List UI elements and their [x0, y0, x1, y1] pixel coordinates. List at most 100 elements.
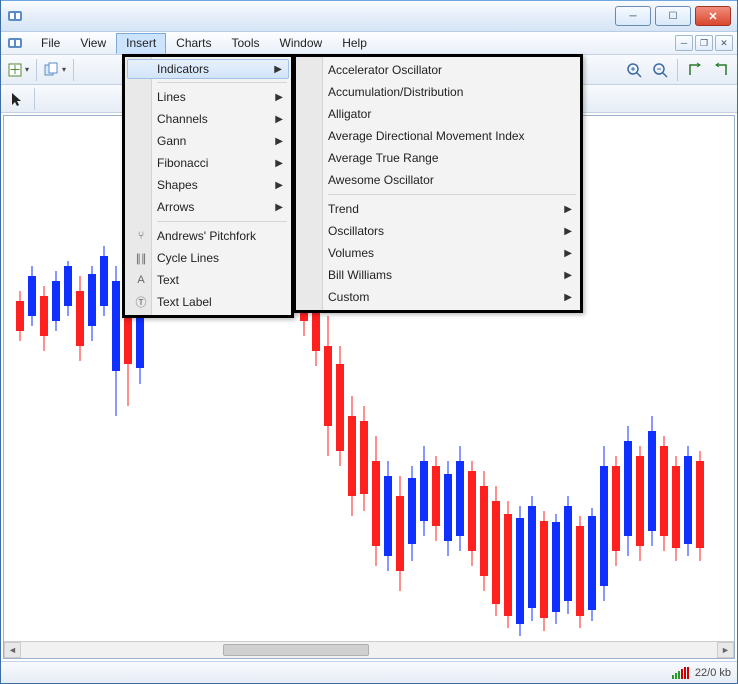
candle	[612, 456, 620, 566]
indicators-submenu: Accelerator Oscillator Accumulation/Distr…	[293, 54, 583, 313]
candle	[112, 266, 120, 416]
app-icon	[7, 8, 23, 24]
menubar: File View Insert Charts Tools Window Hel…	[1, 32, 737, 55]
text-icon: A	[133, 272, 149, 288]
insert-menu-item[interactable]: Lines▶	[127, 86, 289, 108]
maximize-button[interactable]: ☐	[655, 6, 691, 26]
menu-item-label: Indicators	[157, 62, 209, 76]
new-chart-button[interactable]: ＋ ▾	[5, 58, 31, 82]
insert-menu-item[interactable]: Arrows▶	[127, 196, 289, 218]
submenu-arrow-icon: ▶	[274, 64, 282, 75]
candle	[16, 291, 24, 341]
menu-separator	[157, 221, 287, 222]
indicators-menu-item[interactable]: Average Directional Movement Index	[298, 125, 578, 147]
scroll-right-arrow-icon[interactable]: ►	[717, 642, 734, 658]
zoom-out-icon	[652, 62, 668, 78]
cursor-tool-button[interactable]	[5, 87, 29, 111]
indicators-menu-item[interactable]: Alligator	[298, 103, 578, 125]
indicators-menu-item[interactable]: Volumes▶	[298, 242, 578, 264]
indicators-menu-item[interactable]: Accelerator Oscillator	[298, 59, 578, 81]
candle	[660, 436, 668, 551]
menu-item-label: Average Directional Movement Index	[328, 129, 525, 143]
toolbar-separator	[34, 88, 35, 110]
mdi-restore-button[interactable]: ❐	[695, 35, 713, 51]
indicators-menu-item[interactable]: Average True Range	[298, 147, 578, 169]
scrollbar-thumb[interactable]	[223, 644, 369, 656]
menu-charts[interactable]: Charts	[166, 33, 221, 53]
candle	[528, 496, 536, 621]
indicators-menu-item[interactable]: Trend▶	[298, 198, 578, 220]
insert-menu-item[interactable]: ⓉText Label	[127, 291, 289, 313]
candle	[384, 461, 392, 571]
menu-item-label: Channels	[157, 112, 208, 126]
insert-menu-item[interactable]: Fibonacci ▶	[127, 152, 289, 174]
insert-menu-item[interactable]: ∥∥Cycle Lines	[127, 247, 289, 269]
insert-menu-item[interactable]: Gann▶	[127, 130, 289, 152]
mdi-controls: ─ ❐ ✕	[675, 35, 737, 51]
candle	[468, 461, 476, 566]
indicators-menu-item[interactable]: Custom▶	[298, 286, 578, 308]
candle	[348, 396, 356, 516]
menu-item-label: Fibonacci	[157, 156, 208, 170]
auto-scroll-button[interactable]	[683, 58, 707, 82]
cycle-icon: ∥∥	[133, 250, 149, 266]
indicators-menu-item[interactable]: Accumulation/Distribution	[298, 81, 578, 103]
candle	[444, 461, 452, 556]
toolbar-separator	[677, 59, 678, 81]
toolbar-separator	[73, 59, 74, 81]
candle	[408, 466, 416, 561]
zoom-in-button[interactable]	[622, 58, 646, 82]
menu-item-label: Andrews' Pitchfork	[157, 229, 256, 243]
candle	[516, 506, 524, 636]
profiles-button[interactable]: ▾	[42, 58, 68, 82]
statusbar: 22/0 kb	[1, 661, 737, 683]
submenu-arrow-icon: ▶	[275, 180, 283, 191]
new-chart-icon: ＋	[7, 62, 23, 78]
insert-menu-item[interactable]: Shapes ▶	[127, 174, 289, 196]
candle	[564, 496, 572, 614]
svg-text:＋: ＋	[9, 63, 21, 77]
submenu-arrow-icon: ▶	[275, 92, 283, 103]
insert-menu-item[interactable]: Channels▶	[127, 108, 289, 130]
candle	[396, 476, 404, 591]
menu-window[interactable]: Window	[270, 33, 333, 53]
menu-view[interactable]: View	[70, 33, 116, 53]
scroll-left-arrow-icon[interactable]: ◄	[4, 642, 21, 658]
toolbar-separator	[36, 59, 37, 81]
insert-menu-item[interactable]: ⑂Andrews' Pitchfork	[127, 225, 289, 247]
candle	[540, 511, 548, 631]
indicators-menu-item[interactable]: Bill Williams▶	[298, 264, 578, 286]
menu-help[interactable]: Help	[332, 33, 377, 53]
candle	[52, 271, 60, 331]
menu-item-label: Accumulation/Distribution	[328, 85, 463, 99]
insert-menu-item[interactable]: Indicators ▶	[127, 59, 289, 79]
window-controls: ─ ☐ ✕	[611, 6, 731, 26]
chart-scrollbar-x[interactable]: ◄ ►	[4, 641, 734, 658]
candle	[360, 406, 368, 511]
menu-file[interactable]: File	[31, 33, 70, 53]
chart-shift-button[interactable]	[709, 58, 733, 82]
candle	[588, 508, 596, 621]
submenu-arrow-icon: ▶	[275, 158, 283, 169]
submenu-arrow-icon: ▶	[275, 202, 283, 213]
app-small-icon	[7, 35, 23, 51]
candle	[492, 486, 500, 616]
insert-menu-item[interactable]: AText	[127, 269, 289, 291]
insert-dropdown: Indicators▶Lines▶Channels▶Gann▶Fibonacci…	[122, 54, 294, 318]
menu-insert[interactable]: Insert	[116, 33, 166, 54]
zoom-in-icon	[626, 62, 642, 78]
candle	[684, 446, 692, 556]
indicators-menu-item[interactable]: Awesome Oscillator	[298, 169, 578, 191]
indicators-menu-item[interactable]: Oscillators▶	[298, 220, 578, 242]
minimize-button[interactable]: ─	[615, 6, 651, 26]
chart-shift-icon	[713, 62, 729, 78]
submenu-arrow-icon: ▶	[564, 204, 572, 215]
menu-item-label: Shapes	[157, 178, 198, 192]
mdi-close-button[interactable]: ✕	[715, 35, 733, 51]
close-button[interactable]: ✕	[695, 6, 731, 26]
zoom-out-button[interactable]	[648, 58, 672, 82]
candle	[100, 246, 108, 316]
submenu-arrow-icon: ▶	[564, 226, 572, 237]
mdi-minimize-button[interactable]: ─	[675, 35, 693, 51]
menu-tools[interactable]: Tools	[222, 33, 270, 53]
